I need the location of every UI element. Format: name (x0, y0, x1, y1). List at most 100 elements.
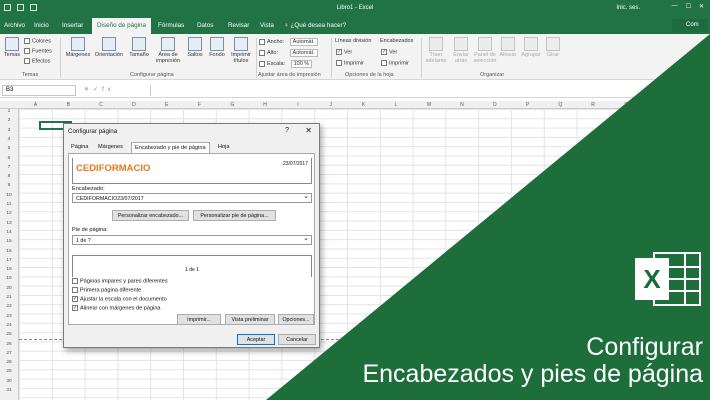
row-header[interactable]: 31 (0, 388, 18, 393)
margenes-button[interactable]: Márgenes (63, 37, 93, 58)
print-preview-button[interactable]: Vista preliminar (225, 314, 275, 325)
column-header[interactable]: M (413, 102, 446, 108)
options-button[interactable]: Opciones... (278, 314, 314, 325)
tab-diseno-pagina[interactable]: Diseño de página (92, 18, 152, 34)
fx-icon[interactable]: fx (102, 87, 115, 93)
column-header[interactable]: R (577, 102, 610, 108)
tab-insertar[interactable]: Insertar (62, 22, 83, 29)
row-header[interactable]: 22 (0, 304, 18, 309)
tab-pagina[interactable]: Página (71, 144, 88, 150)
row-header[interactable]: 14 (0, 230, 18, 235)
close-icon[interactable]: ✕ (699, 3, 704, 10)
accept-button[interactable]: Aceptar (237, 334, 275, 345)
name-box[interactable]: B3 (2, 85, 76, 96)
dialog-close-button[interactable]: ✕ (305, 126, 312, 135)
column-header[interactable]: Q (544, 102, 577, 108)
column-header[interactable]: P (511, 102, 544, 108)
column-header[interactable]: H (249, 102, 282, 108)
enter-icon[interactable]: ✓ (93, 87, 102, 93)
scale-doc-checkbox[interactable]: ✓ Ajustar la escala con el documento (72, 296, 167, 302)
minimize-icon[interactable]: — (672, 3, 678, 10)
encabezados-ver-checkbox[interactable]: ✓ Ver (381, 49, 397, 55)
row-header[interactable]: 9 (0, 183, 18, 188)
row-header[interactable]: 1 (0, 109, 18, 114)
enviar-atras-button[interactable]: Enviar atrás (449, 37, 473, 64)
encabezados-imprimir-checkbox[interactable]: Imprimir (381, 60, 409, 66)
row-header[interactable]: 16 (0, 249, 18, 254)
print-button[interactable]: Imprimir... (177, 314, 221, 325)
column-header[interactable]: O (478, 102, 511, 108)
girar-button[interactable]: Girar (543, 37, 563, 58)
tab-inicio[interactable]: Inicio (34, 22, 49, 29)
tell-me-search[interactable]: ♀ ¿Qué desea hacer? (284, 22, 346, 29)
escala-spinner[interactable]: 100 % (290, 60, 313, 68)
column-header[interactable]: N (445, 102, 478, 108)
row-header[interactable]: 24 (0, 323, 18, 328)
row-header[interactable]: 19 (0, 276, 18, 281)
row-header[interactable]: 3 (0, 128, 18, 133)
row-header[interactable]: 30 (0, 379, 18, 384)
row-header[interactable]: 21 (0, 295, 18, 300)
column-header[interactable]: S (609, 102, 642, 108)
column-header[interactable]: G (216, 102, 249, 108)
tab-formulas[interactable]: Fórmulas (158, 22, 184, 29)
row-header[interactable]: 23 (0, 314, 18, 319)
ancho-dropdown[interactable]: Automát. (289, 38, 318, 46)
share-button[interactable]: Com (672, 19, 708, 32)
row-header[interactable]: 8 (0, 174, 18, 179)
row-header[interactable]: 27 (0, 351, 18, 356)
tamano-button[interactable]: Tamaño (126, 37, 152, 58)
tab-datos[interactable]: Datos (197, 22, 213, 29)
row-header[interactable]: 20 (0, 286, 18, 291)
lineas-ver-checkbox[interactable]: ✓ Ver (336, 49, 352, 55)
area-impresion-button[interactable]: Área de impresión (152, 37, 184, 64)
panel-seleccion-button[interactable]: Panel de selección (473, 37, 497, 64)
temas-button[interactable]: Temas (3, 37, 21, 58)
column-header[interactable]: J (314, 102, 347, 108)
tab-revisar[interactable]: Revisar (228, 22, 249, 29)
tab-vista[interactable]: Vista (260, 22, 274, 29)
tab-margenes[interactable]: Márgenes (98, 144, 123, 150)
row-header[interactable]: 28 (0, 360, 18, 365)
tab-archivo[interactable]: Archivo (4, 22, 25, 29)
fondo-button[interactable]: Fondo (206, 37, 228, 58)
row-header[interactable]: 2 (0, 118, 18, 123)
row-header[interactable]: 12 (0, 211, 18, 216)
column-header[interactable]: I (281, 102, 314, 108)
row-header[interactable]: 6 (0, 156, 18, 161)
agrupar-button[interactable]: Agrupar (520, 37, 542, 58)
row-header[interactable]: 18 (0, 267, 18, 272)
custom-footer-button[interactable]: Personalizar pie de página... (193, 210, 276, 221)
row-header[interactable]: 13 (0, 221, 18, 226)
row-header[interactable]: 15 (0, 239, 18, 244)
column-header[interactable]: C (85, 102, 118, 108)
help-button[interactable]: ? (285, 127, 289, 134)
odd-even-checkbox[interactable]: Páginas impares y pares diferentes (72, 278, 168, 284)
column-header[interactable]: E (150, 102, 183, 108)
header-combo[interactable]: CEDIFORMACIO23/07/2017 (72, 192, 312, 203)
efectos-dropdown[interactable]: Efectos (24, 58, 50, 64)
row-header[interactable]: 4 (0, 137, 18, 142)
sign-in-link[interactable]: Inic. ses. (616, 5, 640, 11)
cancel-button[interactable]: Cancelar (278, 334, 316, 345)
row-header[interactable]: 29 (0, 369, 18, 374)
tab-encabezado-pie[interactable]: Encabezado y pie de página (131, 142, 210, 153)
row-header[interactable]: 26 (0, 342, 18, 347)
row-header[interactable]: 25 (0, 332, 18, 337)
align-margins-checkbox[interactable]: ✓ Alinear con márgenes de página (72, 305, 161, 311)
row-header[interactable]: 10 (0, 193, 18, 198)
custom-header-button[interactable]: Personalizar encabezado... (112, 210, 189, 221)
colores-dropdown[interactable]: Colores (24, 38, 51, 44)
tab-hoja[interactable]: Hoja (218, 144, 230, 150)
imprimir-titulos-button[interactable]: Imprimir títulos (228, 37, 254, 64)
row-header[interactable]: 5 (0, 146, 18, 151)
column-header[interactable]: K (347, 102, 380, 108)
column-header[interactable]: B (52, 102, 85, 108)
alto-dropdown[interactable]: Automát. (289, 49, 318, 57)
fuentes-dropdown[interactable]: Fuentes (24, 48, 52, 54)
lineas-imprimir-checkbox[interactable]: Imprimir (336, 60, 364, 66)
row-header[interactable]: 11 (0, 202, 18, 207)
first-page-checkbox[interactable]: Primera página diferente (72, 287, 141, 293)
column-header[interactable]: D (117, 102, 150, 108)
saltos-button[interactable]: Saltos (184, 37, 206, 58)
